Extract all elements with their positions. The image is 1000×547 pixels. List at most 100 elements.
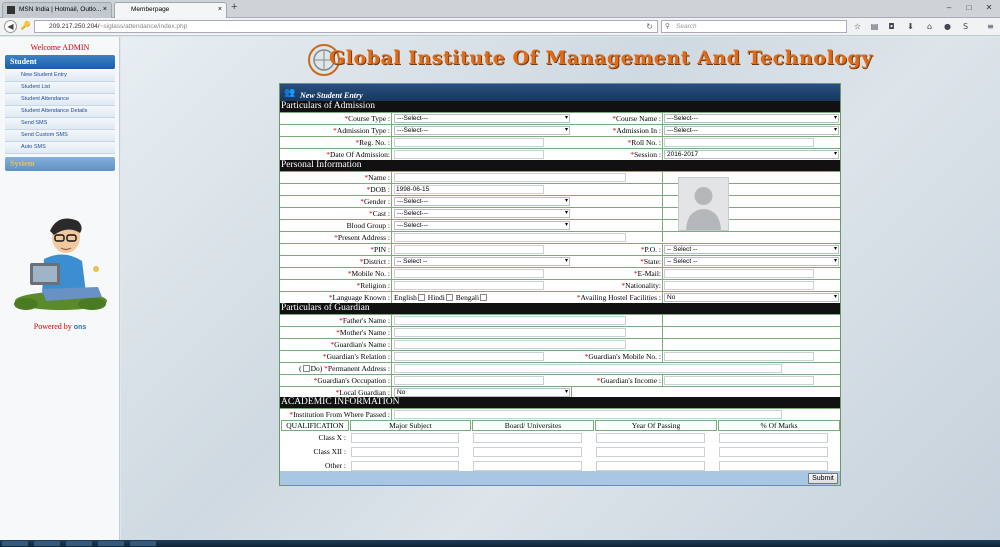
guardians-occupation-input[interactable] xyxy=(394,376,544,385)
permanent-address-input[interactable] xyxy=(394,364,782,373)
bookmarks-list-icon[interactable]: ▤ xyxy=(869,21,880,32)
sidebar-section-system[interactable]: System xyxy=(5,157,115,171)
sidebar-item-student-list[interactable]: Student List xyxy=(5,82,115,94)
reg-no-input[interactable] xyxy=(394,138,544,147)
state-select[interactable]: -- Select -- xyxy=(664,257,839,266)
student-photo-placeholder[interactable] xyxy=(678,177,729,231)
local-guardian-select[interactable]: No xyxy=(394,388,570,397)
other-marks-input[interactable] xyxy=(719,461,828,471)
lang-bengali-checkbox[interactable] xyxy=(480,294,488,301)
download-icon[interactable]: ⬇ xyxy=(905,21,916,32)
other-board-input[interactable] xyxy=(473,461,582,471)
sidebar-item-student-attendance[interactable]: Student Attendance xyxy=(5,94,115,106)
browser-tab-msn[interactable]: MSN India | Hotmail, Outlo... × xyxy=(2,2,112,18)
other-subject-input[interactable] xyxy=(351,461,459,471)
close-window-icon[interactable]: ✕ xyxy=(982,3,996,13)
pin-input[interactable] xyxy=(394,245,544,254)
class-xii-board-input[interactable] xyxy=(473,447,582,457)
date-of-admission-input[interactable] xyxy=(394,150,544,159)
sidebar-section-student[interactable]: Student xyxy=(5,55,115,69)
class-x-year-input[interactable] xyxy=(596,433,705,443)
minimize-icon[interactable]: – xyxy=(942,3,956,13)
course-name-select[interactable]: ---Select--- xyxy=(664,114,839,123)
mothers-name-input[interactable] xyxy=(394,328,626,337)
guardians-name-input[interactable] xyxy=(394,340,626,349)
class-x-subject-input[interactable] xyxy=(351,433,459,443)
sidebar-item-send-sms[interactable]: Send SMS xyxy=(5,118,115,130)
guardians-mobile-input[interactable] xyxy=(664,352,814,361)
submit-button[interactable]: Submit xyxy=(808,473,838,484)
fathers-name-input[interactable] xyxy=(394,316,626,325)
institution-input[interactable] xyxy=(394,410,782,419)
class-xii-subject-input[interactable] xyxy=(351,447,459,457)
browser-tab-memberpage[interactable]: Memberpage × xyxy=(114,2,227,18)
close-tab-icon[interactable]: × xyxy=(103,3,107,17)
reload-icon[interactable]: ↻ xyxy=(646,21,653,32)
religion-input[interactable] xyxy=(394,281,544,290)
session-select[interactable]: 2016-2017 xyxy=(664,150,839,159)
back-icon[interactable]: ◀ xyxy=(4,20,17,33)
new-tab-icon[interactable]: + xyxy=(231,1,237,13)
taskbar-app-icon[interactable] xyxy=(66,541,92,546)
taskbar-app-icon[interactable] xyxy=(130,541,156,546)
po-select[interactable]: -- Select -- xyxy=(664,245,839,254)
row-permanent-address: (Do) *Permanent Address : xyxy=(280,362,840,374)
student-with-laptop-illustration xyxy=(14,218,107,310)
class-x-marks-input[interactable] xyxy=(719,433,828,443)
lang-hindi-checkbox[interactable] xyxy=(445,294,453,301)
blood-group-select[interactable]: ---Select--- xyxy=(394,221,570,230)
cast-select[interactable]: ---Select--- xyxy=(394,209,570,218)
district-select[interactable]: -- Select -- xyxy=(394,257,570,266)
bookmark-star-icon[interactable]: ☆ xyxy=(852,21,863,32)
hostel-label: *Availing Hostel Facilities : xyxy=(576,293,661,302)
close-tab-icon[interactable]: × xyxy=(218,3,222,17)
admission-type-select[interactable]: ---Select--- xyxy=(394,126,570,135)
lang-english-checkbox[interactable] xyxy=(417,294,425,301)
mobile-input[interactable] xyxy=(394,269,544,278)
sidebar-item-new-student-entry[interactable]: New Student Entry xyxy=(5,70,115,82)
guardians-relation-label: *Guardian's Relation : xyxy=(322,352,390,361)
hostel-select[interactable]: No xyxy=(664,293,839,302)
url-bar[interactable]: 209.217.250.204/~siglass/attendance/inde… xyxy=(34,20,658,33)
taskbar-app-icon[interactable] xyxy=(98,541,124,546)
browser-nav-bar: ◀ 🔑 209.217.250.204/~siglass/attendance/… xyxy=(0,18,1000,36)
sidebar-item-auto-sms[interactable]: Auto SMS xyxy=(5,142,115,154)
present-address-input[interactable] xyxy=(394,233,626,242)
home-icon[interactable]: ⌂ xyxy=(924,21,935,32)
course-type-label: *Course Type : xyxy=(344,114,390,123)
state-label: *State: xyxy=(640,257,661,266)
sidebar-item-send-custom-sms[interactable]: Send Custom SMS xyxy=(5,130,115,142)
nationality-input[interactable] xyxy=(664,281,814,290)
guardians-income-input[interactable] xyxy=(664,376,814,385)
row-relation-mobile: *Guardian's Relation : *Guardian's Mobil… xyxy=(280,350,840,362)
start-button-icon[interactable] xyxy=(2,541,28,546)
mothers-name-label: *Mother's Name : xyxy=(336,328,390,337)
class-x-board-input[interactable] xyxy=(473,433,582,443)
site-info-icon[interactable]: 🔑 xyxy=(19,20,32,33)
guardians-relation-input[interactable] xyxy=(394,352,544,361)
course-type-select[interactable]: ---Select--- xyxy=(394,114,570,123)
email-input[interactable] xyxy=(664,269,814,278)
search-input[interactable]: ⚲ Search xyxy=(661,20,847,33)
permanent-address-label: (Do) *Permanent Address : xyxy=(299,364,390,373)
powered-by-brand[interactable]: ons xyxy=(74,324,86,331)
taskbar-app-icon[interactable] xyxy=(34,541,60,546)
chat-icon[interactable]: ● xyxy=(942,21,953,32)
name-input[interactable] xyxy=(394,173,626,182)
sidebar-item-student-attendance-details[interactable]: Student Attendance Details xyxy=(5,106,115,118)
blood-group-label: Blood Group : xyxy=(346,221,390,230)
class-xii-marks-input[interactable] xyxy=(719,447,828,457)
dob-input[interactable]: 1998-06-15 xyxy=(394,185,544,194)
same-as-present-checkbox[interactable] xyxy=(302,365,310,372)
pocket-icon[interactable]: ◘ xyxy=(886,21,897,32)
skype-icon[interactable]: S xyxy=(960,21,971,32)
other-year-input[interactable] xyxy=(596,461,705,471)
roll-no-input[interactable] xyxy=(664,138,814,147)
class-xii-year-input[interactable] xyxy=(596,447,705,457)
row-pin-po: *PIN : *P.O. : -- Select -- xyxy=(280,243,840,255)
maximize-icon[interactable]: □ xyxy=(962,3,976,13)
institution-label: *Institution From Where Passed : xyxy=(289,410,390,419)
admission-in-select[interactable]: ---Select--- xyxy=(664,126,839,135)
gender-select[interactable]: ---Select--- xyxy=(394,197,570,206)
menu-icon[interactable]: ≡ xyxy=(985,21,996,32)
